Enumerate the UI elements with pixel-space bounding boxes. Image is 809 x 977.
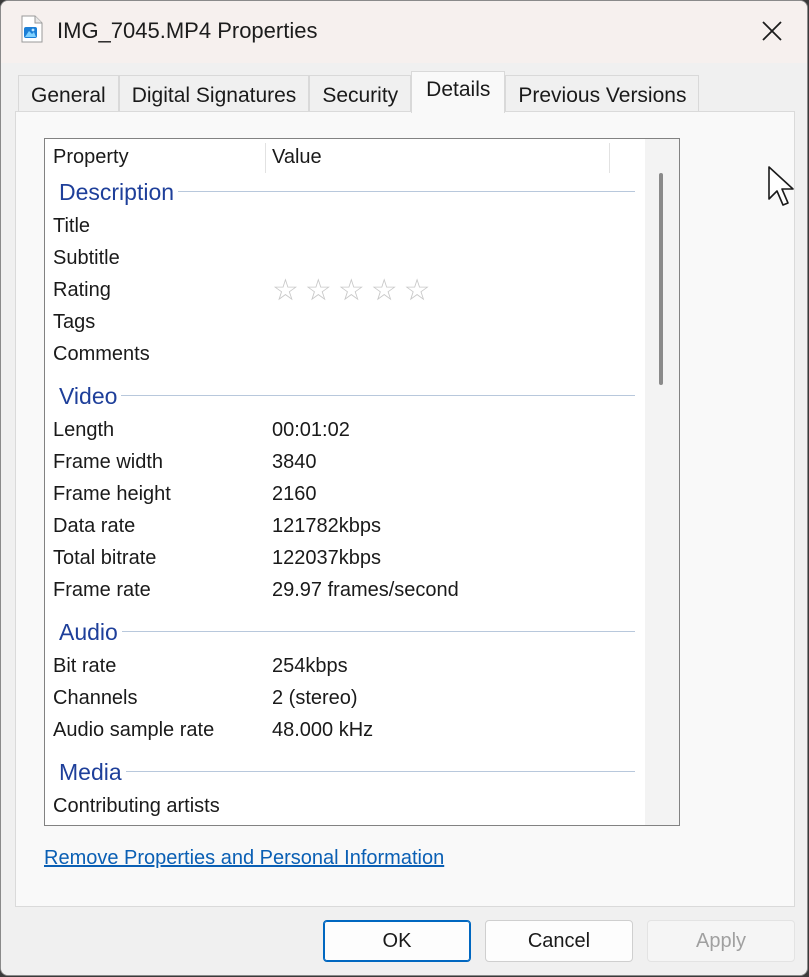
property-value: 48.000 kHz [272,719,374,741]
tab-general[interactable]: General [18,75,119,113]
property-value: 00:01:02 [272,419,350,441]
list-item[interactable]: Subtitle [45,243,645,275]
property-value: 3840 [272,451,317,473]
list-item[interactable]: Channels 2 (stereo) [45,683,645,715]
property-name: Rating [53,279,111,301]
group-divider [59,631,635,632]
column-divider[interactable] [265,143,266,173]
window-title: IMG_7045.MP4 Properties [57,18,318,43]
property-name: Frame rate [53,579,151,601]
cancel-button[interactable]: Cancel [485,920,633,962]
property-value: 29.97 frames/second [272,579,459,601]
group-video: Video [45,379,645,415]
property-name: Bit rate [53,655,117,677]
group-media: Media [45,755,645,791]
list-item[interactable]: Contributing artists [45,791,645,823]
group-description: Description [45,175,645,211]
property-name: Frame width [53,451,164,473]
list-item[interactable]: Length 00:01:02 [45,415,645,447]
list-item[interactable]: Comments [45,339,645,371]
column-header-value[interactable]: Value [272,146,322,169]
property-name: Contributing artists [53,795,220,817]
mouse-pointer-icon [768,166,794,206]
property-name: Channels [53,687,138,709]
group-divider [59,395,635,396]
tab-details[interactable]: Details [411,71,506,113]
dialog-footer: OK Cancel Apply [1,907,807,975]
properties-window: IMG_7045.MP4 Properties General Digital … [0,0,808,976]
group-title: Media [59,759,126,786]
tab-previous-versions[interactable]: Previous Versions [505,75,700,113]
property-value: 121782kbps [272,515,381,537]
list-item[interactable]: Bit rate 254kbps [45,651,645,683]
list-item[interactable]: Tags [45,307,645,339]
list-item[interactable]: Data rate 121782kbps [45,511,645,543]
property-value: 2 (stereo) [272,687,358,709]
group-audio: Audio [45,615,645,651]
property-name: Data rate [53,515,136,537]
group-title: Audio [59,619,122,646]
star-icon[interactable]: ☆ [371,275,398,307]
property-name: Comments [53,343,150,365]
column-header-property[interactable]: Property [53,146,129,169]
list-item[interactable]: Year [45,823,645,825]
star-icon[interactable]: ☆ [305,275,332,307]
properties-list[interactable]: Property Value Description Title Subtitl… [44,138,680,826]
apply-button[interactable]: Apply [647,920,795,962]
property-name: Audio sample rate [53,719,215,741]
title-bar: IMG_7045.MP4 Properties [1,1,807,63]
star-icon[interactable]: ☆ [338,275,365,307]
list-item[interactable]: Total bitrate 122037kbps [45,543,645,575]
property-name: Length [53,419,115,441]
tab-bar: General Digital Signatures Security Deta… [18,71,700,113]
property-name: Tags [53,311,96,333]
scrollbar-thumb[interactable] [659,173,663,385]
details-panel: Property Value Description Title Subtitl… [15,111,795,907]
remove-properties-link[interactable]: Remove Properties and Personal Informati… [44,847,444,870]
tab-security[interactable]: Security [309,75,412,113]
list-item[interactable]: Frame height 2160 [45,479,645,511]
list-item[interactable]: Audio sample rate 48.000 kHz [45,715,645,747]
list-item[interactable]: Frame rate 29.97 frames/second [45,575,645,607]
list-item[interactable]: Rating ☆ ☆ ☆ ☆ ☆ [45,275,645,307]
property-name: Total bitrate [53,547,157,569]
picture-file-icon [21,15,43,43]
list-header: Property Value [45,139,645,175]
property-name: Frame height [53,483,171,505]
close-icon [762,21,782,41]
property-name: Subtitle [53,247,120,269]
list-item[interactable]: Frame width 3840 [45,447,645,479]
group-title: Video [59,383,122,410]
close-button[interactable] [737,1,807,61]
column-divider[interactable] [609,143,610,173]
property-value: 122037kbps [272,547,381,569]
group-divider [59,771,635,772]
property-name: Title [53,215,91,237]
list-rows: Description Title Subtitle Rating ☆ ☆ ☆ [45,175,645,825]
tab-digital-signatures[interactable]: Digital Signatures [118,75,310,113]
star-icon[interactable]: ☆ [404,275,431,307]
vertical-scrollbar[interactable] [645,139,679,825]
group-title: Description [59,179,179,206]
rating-stars[interactable]: ☆ ☆ ☆ ☆ ☆ [272,275,431,307]
star-icon[interactable]: ☆ [272,275,299,307]
property-value: 254kbps [272,655,348,677]
property-value: 2160 [272,483,317,505]
list-item[interactable]: Title [45,211,645,243]
ok-button[interactable]: OK [323,920,471,962]
